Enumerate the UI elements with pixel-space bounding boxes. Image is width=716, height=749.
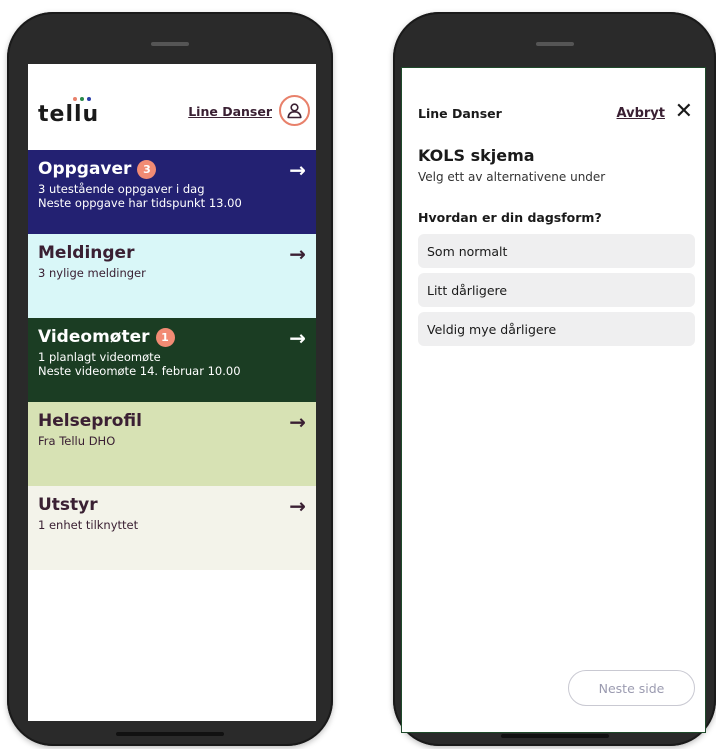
card-line: Neste videomøte 14. februar 10.00: [38, 364, 241, 378]
option-item[interactable]: Litt dårligere: [418, 273, 695, 307]
card-line: 3 nylige meldinger: [38, 266, 146, 280]
card-title-text: Utstyr: [38, 495, 98, 515]
card-title-text: Videomøter: [38, 327, 150, 347]
form-user-name: Line Danser: [418, 106, 502, 121]
card-videomoter[interactable]: Videomøter 1 1 planlagt videomøte Neste …: [28, 318, 316, 402]
card-title-text: Helseprofil: [38, 411, 142, 431]
question-label: Hvordan er din dagsform?: [418, 210, 602, 225]
form-title: KOLS skjema: [418, 146, 535, 165]
close-icon[interactable]: ✕: [675, 101, 693, 123]
home-screen: tellu Line Danser Oppgaver 3 3 uteståend…: [28, 64, 316, 721]
arrow-right-icon: →: [289, 158, 306, 182]
card-title: Videomøter 1: [38, 327, 306, 347]
cancel-link[interactable]: Avbryt: [617, 106, 665, 121]
logo-dot: [87, 97, 92, 101]
card-line: Fra Tellu DHO: [38, 434, 116, 448]
card-title: Utstyr: [38, 495, 306, 515]
card-line: 1 planlagt videomøte: [38, 350, 161, 364]
logo-dot: [80, 97, 85, 101]
home-indicator: [116, 732, 224, 736]
phone-left: tellu Line Danser Oppgaver 3 3 uteståend…: [7, 12, 333, 746]
card-line: 1 enhet tilknyttet: [38, 518, 139, 532]
home-indicator: [500, 734, 609, 738]
option-list: Som normalt Litt dårligere Veldig mye då…: [418, 234, 695, 346]
user-avatar[interactable]: [279, 95, 310, 126]
option-item[interactable]: Som normalt: [418, 234, 695, 268]
tellu-logo: tellu: [38, 97, 98, 127]
logo-dot: [73, 97, 78, 101]
speaker: [151, 42, 189, 46]
logo-dots: [73, 97, 92, 101]
card-title-text: Meldinger: [38, 243, 135, 263]
user-name-link[interactable]: Line Danser: [188, 104, 272, 119]
card-line: 3 utestående oppgaver i dag: [38, 182, 205, 196]
form-header: Line Danser Avbryt ✕: [402, 68, 705, 123]
arrow-right-icon: →: [289, 242, 306, 266]
arrow-right-icon: →: [289, 494, 306, 518]
next-page-button[interactable]: Neste side: [568, 670, 695, 706]
app-header: tellu Line Danser: [28, 64, 316, 150]
option-item[interactable]: Veldig mye dårligere: [418, 312, 695, 346]
card-title: Oppgaver 3: [38, 159, 306, 179]
card-utstyr[interactable]: Utstyr 1 enhet tilknyttet →: [28, 486, 316, 570]
phone-right: Line Danser Avbryt ✕ KOLS skjema Velg et…: [393, 12, 716, 746]
notification-badge: 1: [155, 327, 175, 347]
speaker: [535, 42, 574, 46]
logo-text: tellu: [38, 102, 100, 127]
user-icon: [287, 103, 302, 119]
notification-badge: 3: [137, 159, 157, 179]
card-line: Neste oppgave har tidspunkt 13.00: [38, 196, 242, 210]
card-meldinger[interactable]: Meldinger 3 nylige meldinger →: [28, 234, 316, 318]
card-title: Meldinger: [38, 243, 306, 263]
card-title-text: Oppgaver: [38, 159, 132, 179]
form-screen: Line Danser Avbryt ✕ KOLS skjema Velg et…: [401, 67, 706, 733]
arrow-right-icon: →: [289, 410, 306, 434]
card-oppgaver[interactable]: Oppgaver 3 3 utestående oppgaver i dag N…: [28, 150, 316, 234]
arrow-right-icon: →: [289, 326, 306, 350]
form-subtitle: Velg ett av alternativene under: [418, 170, 606, 184]
card-helseprofil[interactable]: Helseprofil Fra Tellu DHO →: [28, 402, 316, 486]
card-title: Helseprofil: [38, 411, 306, 431]
